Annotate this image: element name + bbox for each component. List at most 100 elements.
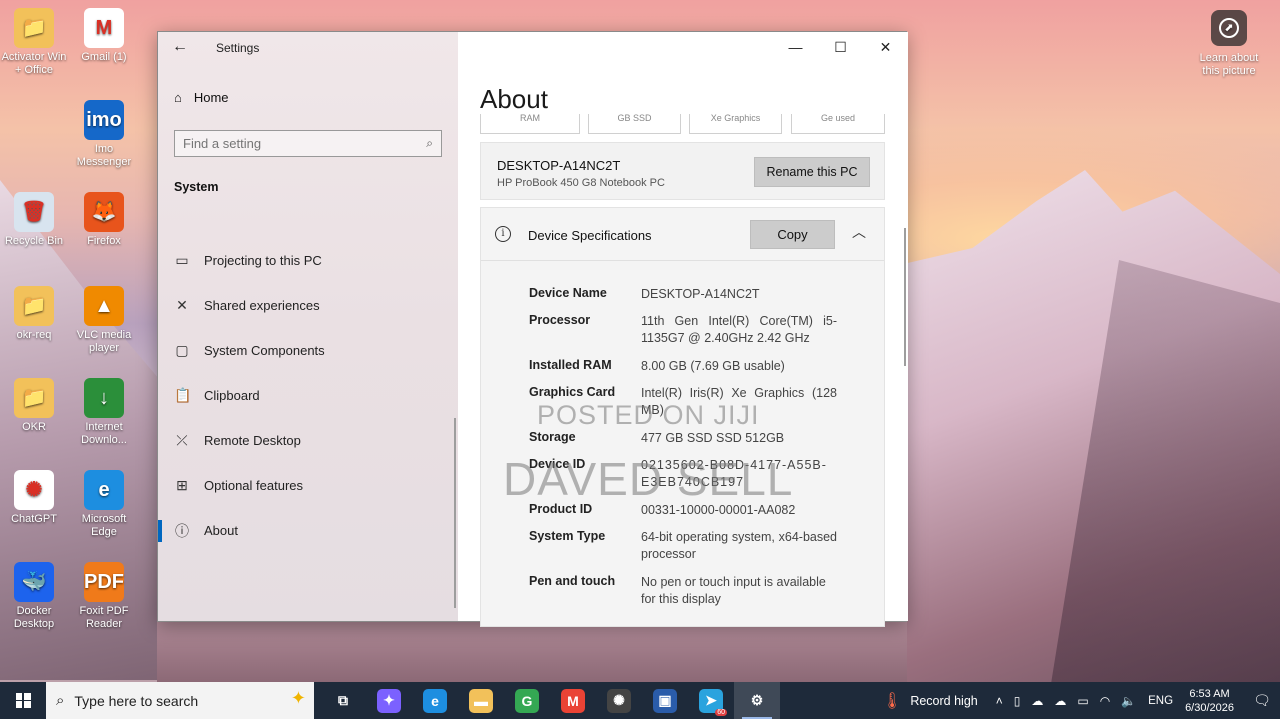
desktop-icon-chatgpt[interactable]: ✺ ChatGPT xyxy=(0,470,68,526)
desktop-icon-okr-folder[interactable]: 📁 OKR xyxy=(0,378,68,434)
taskbar-app-task-view[interactable]: ⧉ xyxy=(320,682,366,719)
chevron-up-icon[interactable]: ︿ xyxy=(852,222,866,242)
spec-key: System Type xyxy=(529,529,606,543)
sidebar-item-label: Shared experiences xyxy=(204,298,320,313)
desktop-icon-label: Firefox xyxy=(87,235,121,247)
sidebar-item-optional-features[interactable]: ⊞ Optional features xyxy=(158,463,458,508)
microsoft-edge-icon: e xyxy=(84,470,124,510)
desktop-icon-recycle-bin[interactable]: 🗑 Recycle Bin xyxy=(0,192,68,248)
camera-lens-icon: ⬈ xyxy=(1211,10,1247,46)
okr-folder-icon: 📁 xyxy=(14,378,54,418)
battery-icon[interactable]: ▭ xyxy=(1077,694,1088,708)
desktop-icon-vlc-media-player[interactable]: ▲ VLC media player xyxy=(70,286,138,355)
start-button[interactable] xyxy=(0,682,46,719)
sidebar-item-label: Optional features xyxy=(204,478,304,493)
back-arrow-icon[interactable]: ← xyxy=(172,38,188,56)
chatgpt-icon: ✺ xyxy=(14,470,54,510)
find-setting-search[interactable]: ⌕ xyxy=(174,130,442,157)
taskbar-app-settings[interactable]: ⚙ xyxy=(734,682,780,719)
windows-logo-icon xyxy=(15,693,31,708)
tray-icons: ˄ ▯ ☁ ☁ ▭ ◠ 🔈 xyxy=(996,694,1136,708)
sidebar-item-label: About xyxy=(204,523,238,538)
taskbar-app-gmail[interactable]: M xyxy=(550,682,596,719)
desktop-icon-gmail-shortcut[interactable]: M Gmail (1) xyxy=(70,8,138,64)
edge-icon: e xyxy=(423,688,447,713)
desktop-icon-label: Docker Desktop xyxy=(13,605,55,630)
desktop-icon-label: okr-req xyxy=(16,329,52,341)
sidebar-item-label: Clipboard xyxy=(204,388,260,403)
desktop-icon-microsoft-edge[interactable]: e Microsoft Edge xyxy=(70,470,138,539)
summary-tile: Ge used xyxy=(791,114,885,134)
search-icon: ⌕ xyxy=(56,692,65,709)
cloud-off-icon[interactable]: ☁ xyxy=(1054,694,1066,708)
thermometer-icon: 🌡 xyxy=(882,692,903,710)
taskbar-app-chrome[interactable]: G xyxy=(504,682,550,719)
notification-icon[interactable]: 🗨 xyxy=(1248,692,1276,709)
copilot-icon: ✦ xyxy=(377,688,401,713)
spec-value: Intel(R) Iris(R) Xe Graphics (128 MB) xyxy=(641,386,837,417)
taskbar-app-copilot[interactable]: ✦ xyxy=(366,682,412,719)
desktop-icon-firefox[interactable]: 🦊 Firefox xyxy=(70,192,138,248)
desktop-icon-docker-desktop[interactable]: 🐳 Docker Desktop xyxy=(0,562,68,631)
taskbar-app-file-explorer[interactable]: ▬ xyxy=(458,682,504,719)
sidebar-item-about[interactable]: ⓘ About xyxy=(158,508,458,553)
copy-button[interactable]: Copy xyxy=(750,220,835,249)
unread-badge: 60 xyxy=(715,709,727,716)
settings-window: ← Settings ⌂ Home ⌕ System ▭ Projecting … xyxy=(157,31,908,627)
spec-value: 8.00 GB (7.69 GB usable) xyxy=(641,359,785,373)
spec-value: 02135602-B08D-4177-A55B-E3EB740CB197 xyxy=(641,458,827,489)
vlc-media-player-icon: ▲ xyxy=(84,286,124,326)
rename-pc-button[interactable]: Rename this PC xyxy=(754,157,870,187)
desktop-icon-label: ChatGPT xyxy=(11,513,57,525)
wifi-icon[interactable]: ◠ xyxy=(1100,694,1110,708)
pc-name-card: DESKTOP-A14NC2T HP ProBook 450 G8 Notebo… xyxy=(480,142,885,200)
taskbar-search[interactable]: ⌕ Type here to search ✦ xyxy=(46,682,314,719)
taskbar-app-edge[interactable]: e xyxy=(412,682,458,719)
sidebar-item-home[interactable]: ⌂ Home xyxy=(174,90,229,105)
desktop-icon-activator-folder[interactable]: 📁 Activator Win + Office xyxy=(0,8,68,77)
maximize-button[interactable]: ☐ xyxy=(818,32,863,62)
chatgpt-icon: ✺ xyxy=(607,688,631,713)
close-button[interactable]: ✕ xyxy=(863,32,908,62)
volume-icon[interactable]: 🔈 xyxy=(1121,694,1136,708)
spec-value: 477 GB SSD SSD 512GB xyxy=(641,431,785,445)
sidebar-item-system-components[interactable]: ▢ System Components xyxy=(158,328,458,373)
summary-tile: RAM xyxy=(480,114,580,134)
cloud-icon[interactable]: ☁ xyxy=(1031,694,1043,708)
spec-key: Device ID xyxy=(529,457,586,471)
minimize-button[interactable]: — xyxy=(773,32,818,62)
desktop-icon-label: Recycle Bin xyxy=(4,235,64,247)
features-icon: ⊞ xyxy=(176,477,188,493)
desktop-icon-foxit-pdf-reader[interactable]: PDF Foxit PDF Reader xyxy=(70,562,138,631)
language-indicator[interactable]: ENG xyxy=(1148,695,1173,707)
weather-widget[interactable]: 🌡 Record high xyxy=(882,691,978,711)
find-setting-input[interactable] xyxy=(183,136,427,151)
spec-key: Installed RAM xyxy=(529,358,612,372)
desktop-icon-label: Activator Win + Office xyxy=(1,51,67,76)
taskbar-app-telegram[interactable]: ➤ 60 xyxy=(688,682,734,719)
taskbar-app-display[interactable]: ▣ xyxy=(642,682,688,719)
device-specifications-header[interactable]: i Device Specifications Copy ︿ xyxy=(481,208,884,261)
spec-value: 11th Gen Intel(R) Core(TM) i5-1135G7 @ 2… xyxy=(641,314,837,345)
desktop-icon-label: VLC media player xyxy=(76,329,132,354)
chevron-up-icon[interactable]: ˄ xyxy=(996,694,1003,708)
summary-tiles: RAM GB SSD Xe Graphics Ge used xyxy=(480,114,885,134)
content-scrollbar[interactable] xyxy=(904,228,906,366)
sidebar-item-clipboard[interactable]: 📋 Clipboard xyxy=(158,373,458,418)
learn-about-picture[interactable]: ⬈ Learn about this picture xyxy=(1196,10,1262,78)
sidebar-scrollbar[interactable] xyxy=(454,418,456,608)
remote-icon: ⤫ xyxy=(176,432,188,448)
search-highlight-icon[interactable]: ✦ xyxy=(291,688,306,709)
desktop-icon-internet-download-manager-2[interactable]: ↓ Internet Downlo... xyxy=(70,378,138,447)
desktop-icon-okr-req-folder[interactable]: 📁 okr-req xyxy=(0,286,68,342)
desktop-icon-label: OKR xyxy=(22,421,46,433)
sidebar-item-shared-experiences[interactable]: ✕ Shared experiences xyxy=(158,283,458,328)
meet-icon[interactable]: ▯ xyxy=(1014,694,1021,708)
sidebar-item-projecting[interactable]: ▭ Projecting to this PC xyxy=(158,238,458,283)
clock[interactable]: 6:53 AM 6/30/2026 xyxy=(1185,687,1234,715)
desktop-icon-label: Gmail (1) xyxy=(81,51,127,63)
sidebar-item-remote-desktop[interactable]: ⤫ Remote Desktop xyxy=(158,418,458,463)
section-system: System xyxy=(174,180,219,194)
taskbar-app-chatgpt[interactable]: ✺ xyxy=(596,682,642,719)
desktop-icon-imo-messenger[interactable]: imo Imo Messenger xyxy=(70,100,138,169)
